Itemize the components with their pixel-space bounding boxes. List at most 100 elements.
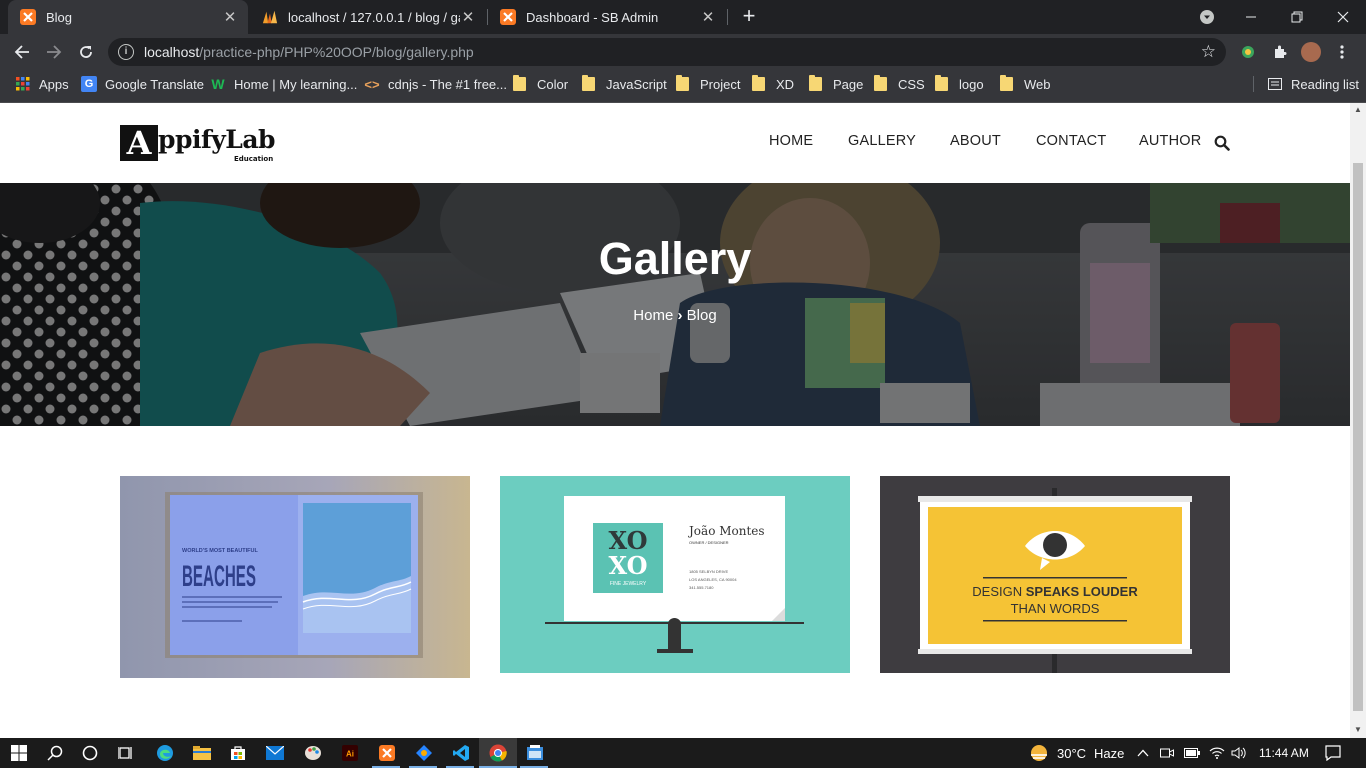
- page-title: Gallery: [598, 233, 752, 284]
- window-app-icon[interactable]: [525, 743, 545, 763]
- card-address-2: LOS ANGELES, CA 90004: [689, 577, 737, 582]
- forward-button[interactable]: [42, 40, 66, 64]
- bookmark-folder-color[interactable]: Color: [513, 70, 568, 98]
- bookmark-label: Project: [700, 76, 741, 92]
- bookmark-folder-page[interactable]: Page: [809, 70, 863, 98]
- close-window-button[interactable]: [1320, 0, 1366, 34]
- notifications-icon[interactable]: [1325, 738, 1341, 768]
- nav-gallery[interactable]: GALLERY: [848, 133, 916, 149]
- card-person-role: OWNER / DESIGNER: [689, 540, 729, 545]
- folder-icon: [1000, 75, 1013, 91]
- arrow-right-icon: [47, 45, 62, 59]
- chevron-down-icon: [1200, 10, 1214, 24]
- apps-grid-icon: [15, 76, 31, 92]
- weather-haze-icon: [1031, 745, 1047, 761]
- bookmark-folder-javascript[interactable]: JavaScript: [582, 70, 667, 98]
- chevron-up-icon: [1137, 749, 1149, 757]
- store-icon[interactable]: [228, 743, 248, 763]
- minimize-button[interactable]: [1228, 0, 1274, 34]
- folder-icon: [513, 75, 526, 91]
- breadcrumb: Home › Blog: [0, 307, 1350, 324]
- brochure-eyebrow: WORLD'S MOST BEAUTIFUL: [182, 548, 258, 554]
- task-view-icon[interactable]: [116, 743, 136, 763]
- monogram-line-2: XO: [608, 551, 647, 580]
- weather-widget[interactable]: 30°C Haze: [1029, 738, 1124, 768]
- edge-icon[interactable]: [155, 743, 175, 763]
- bookmark-folder-web[interactable]: Web: [1000, 70, 1051, 98]
- bookmark-label: Color: [537, 76, 569, 92]
- meet-now-icon[interactable]: [1160, 738, 1174, 768]
- new-tab-button[interactable]: +: [737, 5, 761, 29]
- extensions-puzzle-icon[interactable]: [1270, 42, 1290, 62]
- close-tab-icon[interactable]: ✕: [460, 8, 476, 26]
- bookmark-folder-logo[interactable]: logo: [935, 70, 984, 98]
- windows-start-icon[interactable]: [9, 743, 29, 763]
- bookmark-apps[interactable]: Apps: [15, 70, 69, 98]
- tab-search-button[interactable]: [1184, 0, 1230, 34]
- search-icon[interactable]: [45, 743, 65, 763]
- bookmark-divider: [1253, 76, 1254, 92]
- tab-title: localhost / 127.0.0.1 / blog / galle: [288, 9, 460, 25]
- brochure-headline: BEACHES: [182, 560, 256, 593]
- card-person-name: João Montes: [687, 524, 765, 538]
- search-icon[interactable]: [1214, 135, 1230, 151]
- translate-icon: G: [81, 76, 97, 92]
- file-explorer-icon[interactable]: [192, 743, 212, 763]
- bookmark-folder-xd[interactable]: XD: [752, 70, 794, 98]
- battery-icon[interactable]: [1184, 738, 1200, 768]
- site-header: A ppifyLab Education HOME GALLERY ABOUT …: [0, 103, 1350, 183]
- tab-phpmyadmin[interactable]: localhost / 127.0.0.1 / blog / galle ✕: [250, 0, 486, 34]
- vscode-icon[interactable]: [451, 743, 471, 763]
- chrome-icon[interactable]: [488, 743, 508, 763]
- profile-avatar[interactable]: [1301, 42, 1321, 62]
- logo-tagline: Education: [234, 155, 274, 163]
- nav-author[interactable]: AUTHOR: [1139, 133, 1201, 149]
- bookmark-star-icon[interactable]: ☆: [1201, 42, 1216, 62]
- poster-line-1: DESIGN SPEAKS LOUDER: [972, 584, 1138, 599]
- bookmark-label: Home | My learning...: [234, 76, 358, 92]
- nav-contact[interactable]: CONTACT: [1036, 133, 1106, 149]
- scroll-up-icon[interactable]: ▲: [1350, 103, 1366, 117]
- page-scrollbar[interactable]: ▲ ▼: [1350, 103, 1366, 738]
- xampp-icon: [500, 9, 516, 25]
- sourcetree-icon[interactable]: [414, 743, 434, 763]
- more-menu-icon[interactable]: [1332, 42, 1352, 62]
- scrollbar-thumb[interactable]: [1353, 163, 1363, 711]
- show-hidden-icons-button[interactable]: [1137, 738, 1149, 768]
- wifi-icon[interactable]: [1209, 738, 1225, 768]
- gallery-item-design-poster[interactable]: DESIGN SPEAKS LOUDER THAN WORDS: [880, 476, 1230, 673]
- nav-about[interactable]: ABOUT: [950, 133, 1001, 149]
- back-button[interactable]: [10, 40, 34, 64]
- close-tab-icon[interactable]: ✕: [222, 8, 238, 26]
- cortana-icon[interactable]: [80, 743, 100, 763]
- tab-blog[interactable]: Blog ✕: [8, 0, 248, 34]
- address-bar[interactable]: i localhost/practice-php/PHP%20OOP/blog/…: [108, 38, 1226, 66]
- clock[interactable]: 11:44 AM: [1259, 738, 1309, 768]
- breadcrumb-home[interactable]: Home: [633, 307, 673, 324]
- tab-dashboard[interactable]: Dashboard - SB Admin ✕: [488, 0, 726, 34]
- extension-icon[interactable]: [1238, 42, 1258, 62]
- reading-list-button[interactable]: Reading list: [1267, 70, 1359, 98]
- illustrator-icon[interactable]: Ai: [340, 743, 360, 763]
- gallery-item-business-card[interactable]: XO XO FINE JEWELRY João Montes OWNER / D…: [500, 476, 850, 673]
- site-info-icon[interactable]: i: [118, 44, 134, 60]
- reload-button[interactable]: [74, 40, 98, 64]
- bookmark-folder-project[interactable]: Project: [676, 70, 740, 98]
- mail-icon[interactable]: [265, 743, 285, 763]
- nav-home[interactable]: HOME: [769, 133, 813, 149]
- xampp-icon[interactable]: [377, 743, 397, 763]
- gallery-item-beaches[interactable]: WORLD'S MOST BEAUTIFUL BEACHES: [120, 476, 470, 678]
- bookmark-google-translate[interactable]: G Google Translate: [81, 70, 204, 98]
- bookmark-cdnjs[interactable]: <> cdnjs - The #1 free...: [364, 70, 507, 98]
- restore-button[interactable]: [1274, 0, 1320, 34]
- close-tab-icon[interactable]: ✕: [700, 8, 716, 26]
- bookmark-my-learning[interactable]: W Home | My learning...: [210, 70, 357, 98]
- tab-title: Dashboard - SB Admin: [526, 9, 659, 25]
- business-card-image: XO XO FINE JEWELRY João Montes OWNER / D…: [500, 476, 850, 673]
- phpmyadmin-icon: [262, 9, 278, 25]
- scroll-down-icon[interactable]: ▼: [1350, 723, 1366, 737]
- site-logo[interactable]: A ppifyLab Education: [120, 125, 276, 163]
- bookmark-folder-css[interactable]: CSS: [874, 70, 925, 98]
- volume-icon[interactable]: [1231, 738, 1247, 768]
- paint-icon[interactable]: [303, 743, 323, 763]
